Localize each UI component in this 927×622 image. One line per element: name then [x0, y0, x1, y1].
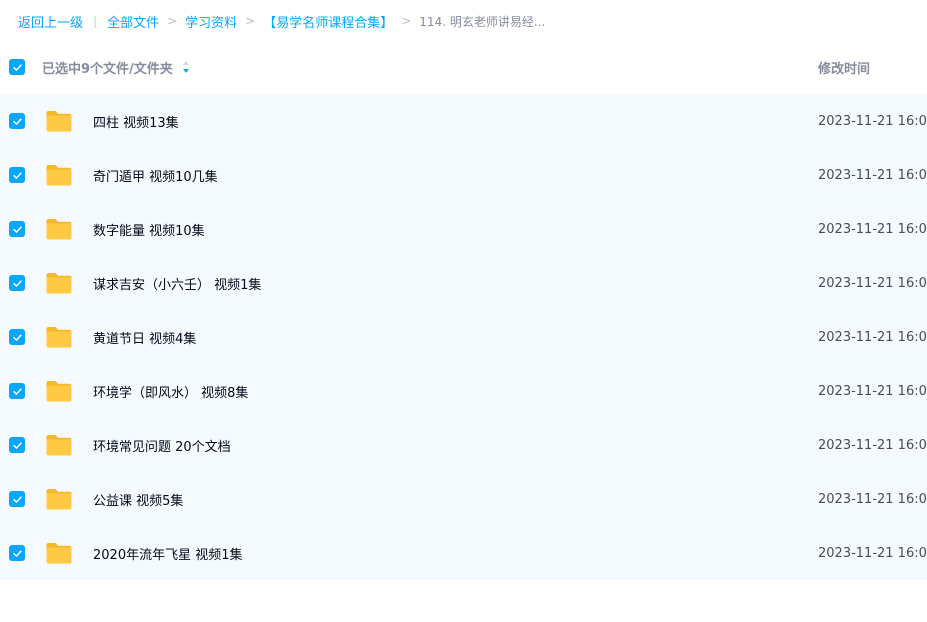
breadcrumb-item-course-collection[interactable]: 【易学名师课程合集】	[263, 12, 393, 31]
checkbox-checked-icon	[12, 63, 22, 71]
modified-time: 2023-11-21 16:01	[818, 383, 927, 399]
chevron-right-icon: >	[245, 14, 256, 28]
file-browser-page: 返回上一级 | 全部文件 > 学习资料 > 【易学名师课程合集】 > 114. …	[0, 0, 927, 622]
modified-time: 2023-11-21 16:01	[818, 221, 927, 237]
breadcrumb-divider: |	[93, 14, 98, 28]
modified-time: 2023-11-21 16:01	[818, 167, 927, 183]
chevron-right-icon: >	[167, 14, 178, 28]
row-checkbox[interactable]	[9, 491, 25, 507]
list-item[interactable]: 四柱 视频13集 2023-11-21 16:01	[0, 94, 927, 148]
row-checkbox[interactable]	[9, 545, 25, 561]
list-item[interactable]: 公益课 视频5集 2023-11-21 16:01	[0, 472, 927, 526]
file-name[interactable]: 环境常见问题 20个文档	[93, 436, 231, 455]
checkbox-checked-icon	[12, 495, 22, 503]
list-item[interactable]: 环境常见问题 20个文档 2023-11-21 16:01	[0, 418, 927, 472]
folder-icon	[46, 381, 72, 402]
row-checkbox[interactable]	[9, 221, 25, 237]
folder-icon	[46, 219, 72, 240]
modified-time: 2023-11-21 16:01	[818, 329, 927, 345]
checkbox-checked-icon	[12, 387, 22, 395]
list-item[interactable]: 谋求吉安（小六壬） 视频1集 2023-11-21 16:01	[0, 256, 927, 310]
row-checkbox[interactable]	[9, 167, 25, 183]
modified-time-header[interactable]: 修改时间	[818, 58, 870, 77]
folder-icon	[46, 327, 72, 348]
file-name[interactable]: 谋求吉安（小六壬） 视频1集	[93, 274, 261, 293]
file-name[interactable]: 奇门遁甲 视频10几集	[93, 166, 218, 185]
chevron-right-icon: >	[401, 14, 412, 28]
file-name[interactable]: 2020年流年飞星 视频1集	[93, 544, 243, 563]
folder-icon	[46, 165, 72, 186]
row-checkbox[interactable]	[9, 329, 25, 345]
file-name[interactable]: 公益课 视频5集	[93, 490, 183, 509]
folder-icon	[46, 273, 72, 294]
list-item[interactable]: 黄道节日 视频4集 2023-11-21 16:01	[0, 310, 927, 364]
checkbox-checked-icon	[12, 549, 22, 557]
list-header: 已选中9个文件/文件夹 修改时间	[0, 49, 927, 85]
modified-time: 2023-11-21 16:01	[818, 545, 927, 561]
sort-icon[interactable]	[181, 60, 191, 74]
breadcrumb-item-all-files[interactable]: 全部文件	[107, 12, 159, 31]
list-item[interactable]: 数字能量 视频10集 2023-11-21 16:01	[0, 202, 927, 256]
list-item[interactable]: 2020年流年飞星 视频1集 2023-11-21 16:01	[0, 526, 927, 580]
checkbox-checked-icon	[12, 333, 22, 341]
selected-count-label: 已选中9个文件/文件夹	[42, 61, 173, 77]
file-name[interactable]: 数字能量 视频10集	[93, 220, 205, 239]
folder-icon	[46, 111, 72, 132]
list-item[interactable]: 奇门遁甲 视频10几集 2023-11-21 16:01	[0, 148, 927, 202]
back-link[interactable]: 返回上一级	[18, 12, 83, 31]
row-checkbox[interactable]	[9, 113, 25, 129]
file-name[interactable]: 环境学（即风水） 视频8集	[93, 382, 248, 401]
file-name[interactable]: 黄道节日 视频4集	[93, 328, 196, 347]
modified-time: 2023-11-21 16:01	[818, 491, 927, 507]
checkbox-checked-icon	[12, 441, 22, 449]
file-list: 四柱 视频13集 2023-11-21 16:01 奇门遁甲 视频10几集 20…	[0, 94, 927, 580]
file-name[interactable]: 四柱 视频13集	[93, 112, 179, 131]
breadcrumb-item-study-materials[interactable]: 学习资料	[185, 12, 237, 31]
folder-icon	[46, 489, 72, 510]
modified-time: 2023-11-21 16:01	[818, 113, 927, 129]
breadcrumb-current: 114. 明玄老师讲易经...	[419, 14, 546, 29]
list-item[interactable]: 环境学（即风水） 视频8集 2023-11-21 16:01	[0, 364, 927, 418]
row-checkbox[interactable]	[9, 437, 25, 453]
modified-time: 2023-11-21 16:01	[818, 437, 927, 453]
folder-icon	[46, 435, 72, 456]
breadcrumb: 返回上一级 | 全部文件 > 学习资料 > 【易学名师课程合集】 > 114. …	[18, 11, 545, 31]
modified-time: 2023-11-21 16:01	[818, 275, 927, 291]
checkbox-checked-icon	[12, 279, 22, 287]
checkbox-checked-icon	[12, 171, 22, 179]
checkbox-checked-icon	[12, 117, 22, 125]
row-checkbox[interactable]	[9, 383, 25, 399]
checkbox-checked-icon	[12, 225, 22, 233]
folder-icon	[46, 543, 72, 564]
select-all-checkbox[interactable]	[9, 59, 25, 75]
row-checkbox[interactable]	[9, 275, 25, 291]
